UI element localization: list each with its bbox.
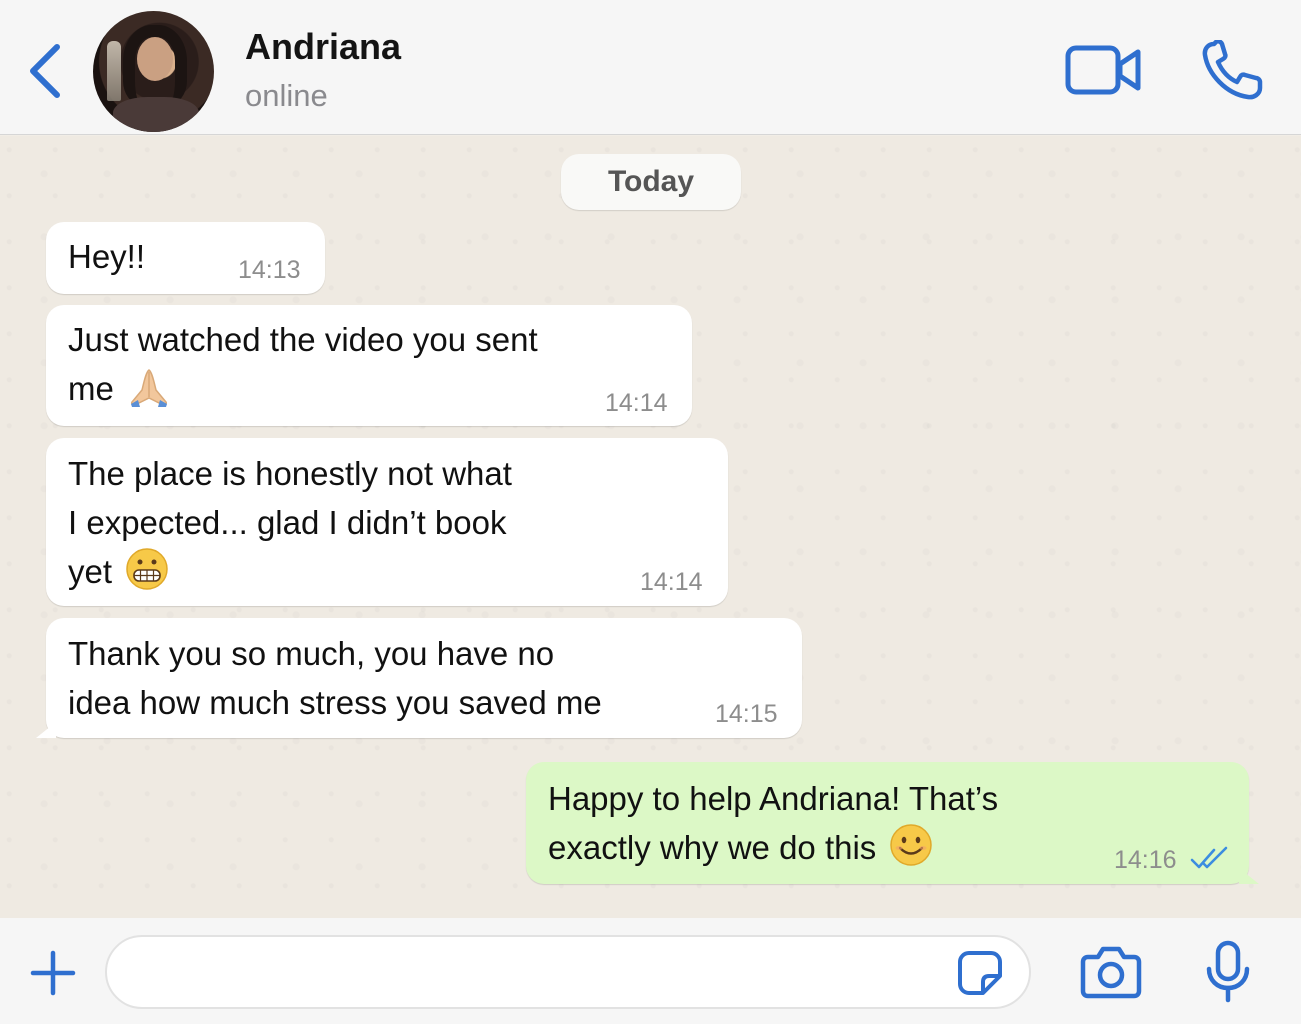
message-input[interactable]	[105, 935, 1031, 1009]
video-call-button[interactable]	[1064, 42, 1144, 98]
chat-header: Andriana online	[0, 0, 1301, 135]
camera-button[interactable]	[1080, 945, 1142, 999]
message-text: Thank you so much, you have no idea how …	[68, 635, 602, 721]
video-camera-icon	[1065, 45, 1141, 95]
date-separator: Today	[561, 154, 741, 210]
message-time: 14:13	[238, 256, 301, 284]
camera-icon	[1080, 946, 1142, 999]
message-bubble[interactable]: Hey!! 14:13	[46, 222, 325, 294]
contact-name[interactable]: Andriana	[245, 26, 401, 68]
grimacing-face-emoji	[126, 548, 168, 590]
message-bubble[interactable]: The place is honestly not what I expecte…	[46, 438, 728, 606]
contact-status: online	[245, 78, 328, 113]
attach-button[interactable]	[30, 950, 76, 996]
message-time: 14:14	[640, 568, 703, 596]
phone-icon	[1202, 38, 1263, 100]
avatar[interactable]	[93, 11, 214, 132]
message-text: Happy to help Andriana! That’s exactly w…	[548, 774, 998, 872]
folded-hands-emoji	[130, 369, 167, 407]
sticker-button[interactable]	[957, 950, 1003, 996]
voice-call-button[interactable]	[1200, 38, 1266, 102]
plus-icon	[30, 950, 76, 996]
message-text: Hey!!	[68, 238, 146, 275]
message-bubble[interactable]: Thank you so much, you have no idea how …	[46, 618, 802, 738]
message-bubble[interactable]: Just watched the video you sent me 14:14	[46, 305, 692, 426]
message-time: 14:15	[715, 700, 778, 728]
message-text: Just watched the video you sent me	[68, 315, 538, 413]
chat-area[interactable]: Today Hey!! 14:13 Just watched the video…	[0, 136, 1301, 918]
message-time: 14:14	[605, 389, 668, 417]
back-button[interactable]	[22, 40, 68, 102]
microphone-icon	[1206, 940, 1250, 1003]
sticker-icon	[958, 951, 1002, 995]
microphone-button[interactable]	[1204, 940, 1252, 1004]
message-bubble-outgoing[interactable]: Happy to help Andriana! That’s exactly w…	[526, 762, 1249, 884]
double-check-icon	[1190, 846, 1228, 869]
message-time: 14:16	[1114, 846, 1177, 874]
message-text: The place is honestly not what I expecte…	[68, 449, 512, 596]
smiling-face-emoji	[890, 824, 933, 866]
chevron-left-icon	[30, 44, 60, 98]
